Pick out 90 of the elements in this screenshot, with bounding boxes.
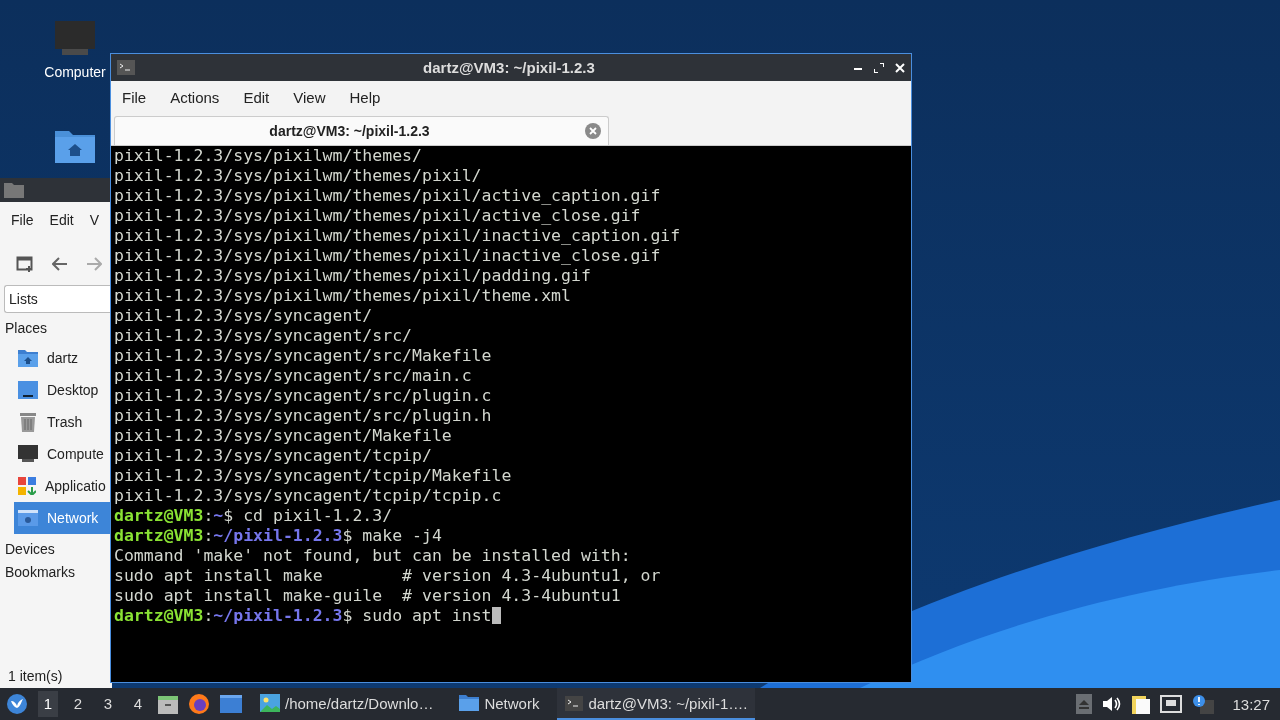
terminal-output: pixil-1.2.3/sys/pixilwm/themes/pixil/ [114,166,482,185]
terminal-output: pixil-1.2.3/sys/syncagent/tcpip/tcpip.c [114,486,502,505]
terminal-output: pixil-1.2.3/sys/syncagent/src/Makefile [114,346,492,365]
volume-icon[interactable] [1102,695,1123,713]
status-text: 1 item(s) [7,668,64,686]
menu-item[interactable]: Actions [170,88,220,106]
terminal-icon [117,60,135,75]
prompt-separator: : [203,506,214,525]
close-icon[interactable] [895,62,905,73]
prompt-user: dartz@VM3 [114,506,204,525]
section-heading: Places [4,319,49,336]
terminal-output: pixil-1.2.3/sys/syncagent/src/plugin.h [114,406,492,425]
back-arrow-icon[interactable] [52,257,68,271]
file-cabinet-icon[interactable] [158,694,178,714]
section-heading: Devices [4,540,56,557]
terminal-output: pixil-1.2.3/sys/pixilwm/themes/pixil/padding.gif [114,266,591,285]
prompt-separator: : [203,606,214,625]
trash-icon [18,412,38,432]
desktop-icon-label[interactable]: Computer [44,64,106,80]
taskbar-button[interactable]: /home/dartz/Downlo… [252,688,442,720]
terminal-output: pixil-1.2.3/sys/syncagent/tcpip/Makefile [114,466,512,485]
sidebar-item[interactable]: Compute [0,438,112,470]
desktop-icon [18,381,38,399]
terminal-icon [565,695,584,711]
prompt-user: dartz@VM3 [114,606,204,625]
start-menu-icon[interactable] [6,693,28,715]
prompt-path: ~ [213,506,224,525]
terminal-command: sudo apt inst [362,606,492,625]
sidebar-item[interactable]: Network [14,502,112,534]
workspace-button[interactable]: 4 [128,691,148,717]
terminal-command: cd pixil-1.2.3/ [243,506,393,525]
terminal-output: pixil-1.2.3/sys/pixilwm/themes/ [114,146,422,165]
prompt-symbol: $ [342,526,353,545]
terminal-output: pixil-1.2.3/sys/syncagent/Makefile [114,426,452,445]
sidebar-item[interactable]: Trash [0,406,112,438]
window-title: dartz@VM3: ~/pixil-1.2.3 [422,59,596,76]
terminal-output: pixil-1.2.3/sys/syncagent/ [114,306,373,325]
menu-item[interactable]: Edit [243,88,270,106]
terminal-command: make -j4 [362,526,442,545]
folder-icon [4,182,24,198]
menu-item[interactable]: View [293,88,326,106]
clock[interactable]: 13:27 [1232,695,1270,713]
terminal-output: pixil-1.2.3/sys/pixilwm/themes/pixil/theme.xml [114,286,571,305]
eject-icon[interactable] [1076,694,1093,714]
sidebar-item[interactable]: Desktop [0,374,112,406]
sidebar-item[interactable]: dartz [0,342,112,374]
menu-item[interactable]: V [89,212,100,237]
places-dropdown[interactable]: Lists [4,285,112,313]
terminal-output: Command 'make' not found, but can be installed with: [114,546,631,565]
folder-icon [459,695,480,711]
globe-icon[interactable] [188,693,210,715]
prompt-symbol: $ [223,506,234,525]
wired-network-icon[interactable] [1160,695,1183,713]
terminal-tab[interactable]: dartz@VM3: ~/pixil-1.2.3 [114,116,609,145]
image-icon [260,694,280,712]
menu-item[interactable]: File [122,88,147,106]
menu-item[interactable]: File [11,212,34,237]
applications-icon [18,477,36,495]
network-icon [18,510,38,526]
prompt-path: ~/pixil-1.2.3 [213,526,343,545]
home-folder-icon [18,349,38,367]
section-heading: Bookmarks [4,563,77,580]
notification-icon[interactable] [1192,694,1215,714]
terminal-output: pixil-1.2.3/sys/pixilwm/themes/pixil/active_close.gif [114,206,641,225]
terminal-output: pixil-1.2.3/sys/pixilwm/themes/pixil/inactive_close.gif [114,246,661,265]
terminal-output: sudo apt install make # version 4.3-4ubuntu1, or [114,566,661,585]
new-window-icon[interactable] [16,255,34,273]
terminal-output: pixil-1.2.3/sys/syncagent/src/main.c [114,366,472,385]
terminal-output: pixil-1.2.3/sys/syncagent/src/ [114,326,412,345]
sidebar-item[interactable]: Applicatio [0,470,112,502]
maximize-icon[interactable] [874,62,884,73]
terminal-output: sudo apt install make-guile # version 4.3-4ubuntu1 [114,586,621,605]
prompt-user: dartz@VM3 [114,526,204,545]
workspace-button[interactable]: 1 [38,691,58,717]
prompt-separator: : [203,526,214,545]
taskbar-button[interactable]: dartz@VM3: ~/pixil-1…. [557,688,756,720]
workspace-button[interactable]: 3 [98,691,118,717]
clipboard-icon[interactable] [1132,694,1151,714]
prompt-symbol: $ [342,606,353,625]
terminal-output: pixil-1.2.3/sys/syncagent/tcpip/ [114,446,432,465]
prompt-path: ~/pixil-1.2.3 [213,606,343,625]
terminal-output: pixil-1.2.3/sys/syncagent/src/plugin.c [114,386,492,405]
home-folder-icon[interactable] [54,128,96,164]
monitor-icon [18,445,38,463]
menu-item[interactable]: Edit [49,212,74,237]
workspace-button[interactable]: 2 [68,691,88,717]
menu-item[interactable]: Help [349,88,381,106]
taskbar-button[interactable]: Network [451,688,548,720]
terminal-output: pixil-1.2.3/sys/pixilwm/themes/pixil/inactive_caption.gif [114,226,681,245]
terminal-output: pixil-1.2.3/sys/pixilwm/themes/pixil/active_caption.gif [114,186,661,205]
